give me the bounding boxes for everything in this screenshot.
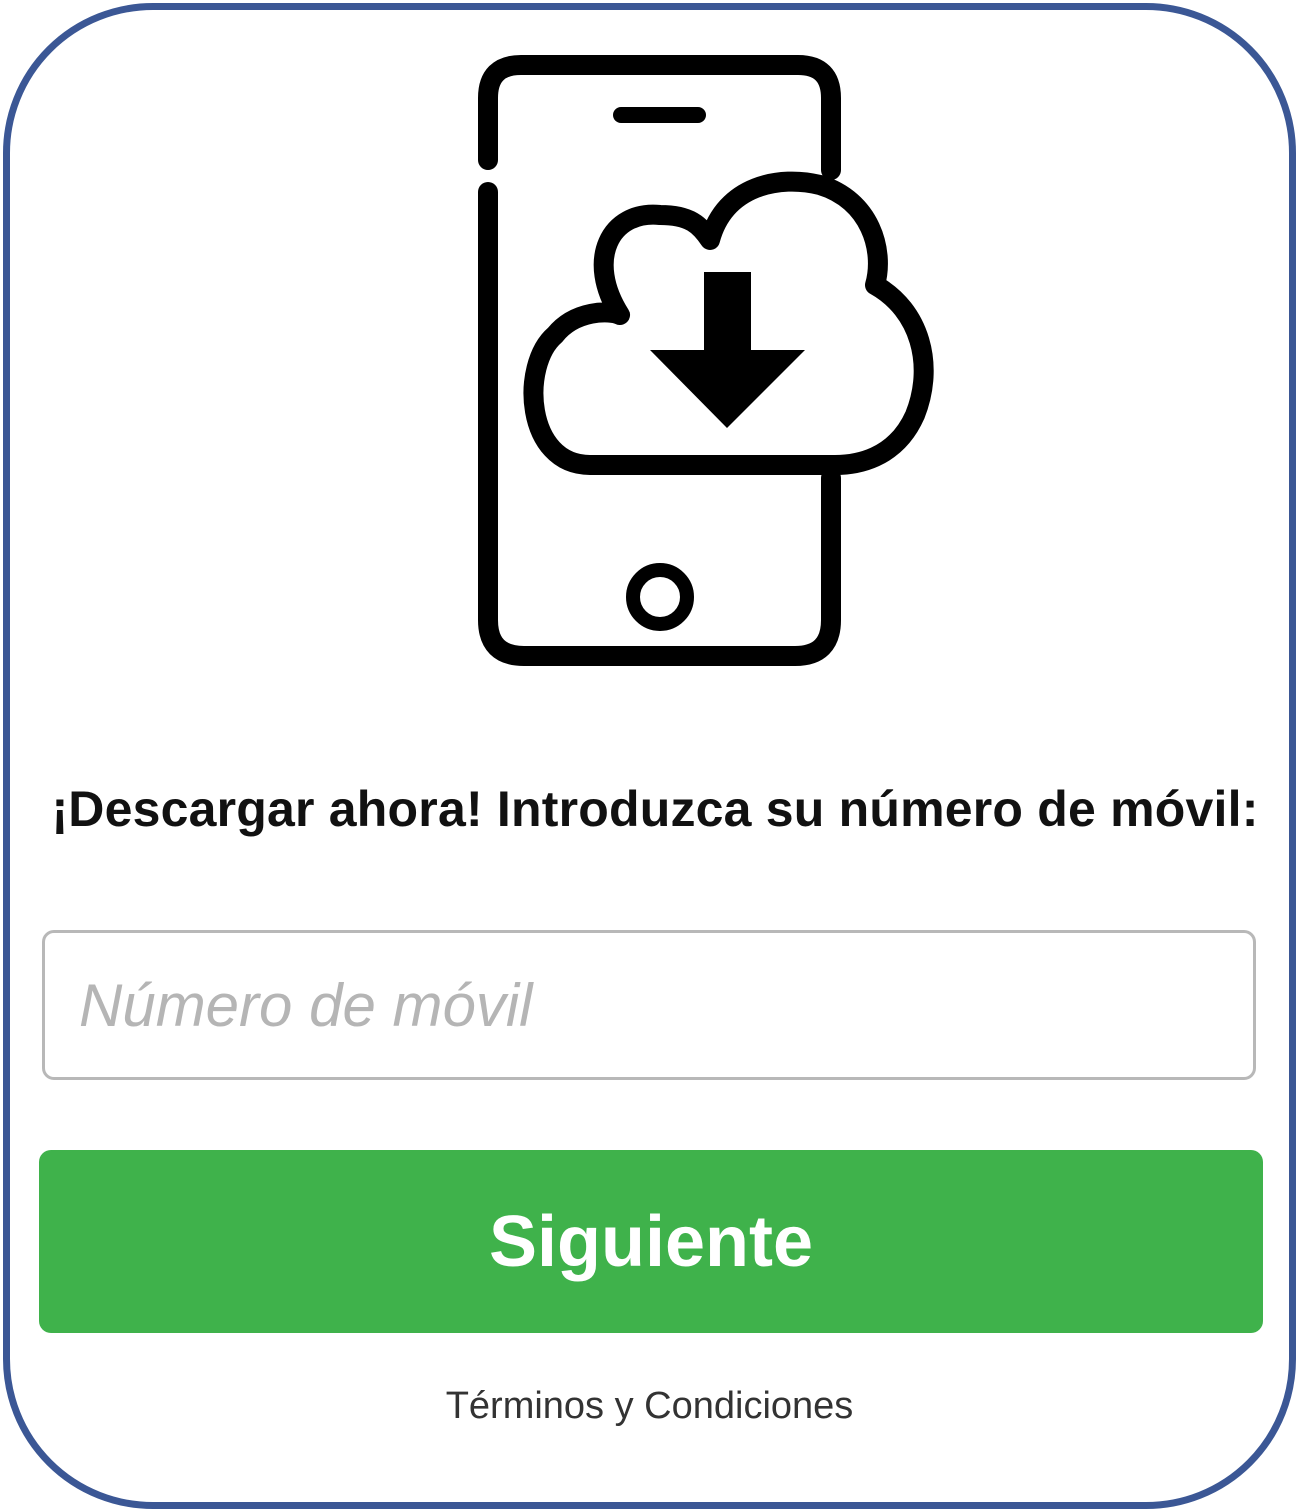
terms-link[interactable]: Términos y Condiciones (10, 1385, 1289, 1428)
phone-cloud-download-icon (478, 55, 934, 666)
download-prompt: ¡Descargar ahora! Introduzca su número d… (51, 781, 1259, 837)
phone-number-input[interactable] (42, 930, 1256, 1080)
download-card: ¡Descargar ahora! Introduzca su número d… (3, 3, 1296, 1509)
next-button[interactable]: Siguiente (39, 1150, 1263, 1333)
